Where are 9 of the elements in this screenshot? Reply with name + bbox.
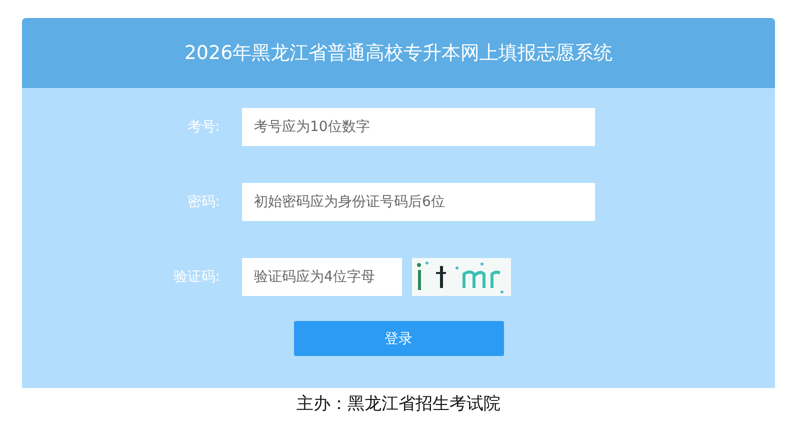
exam-number-field[interactable]: 考号应为10位数字	[242, 108, 595, 146]
captcha-field[interactable]: 验证码应为4位字母	[242, 258, 402, 296]
field-label: 验证码:	[172, 268, 221, 286]
password-field[interactable]: 初始密码应为身份证号码后6位	[242, 183, 595, 221]
page-title: 2026年黑龙江省普通高校专升本网上填报志愿系统	[184, 41, 613, 66]
field-label: 密码:	[186, 193, 221, 211]
field-label: 考号:	[186, 118, 221, 136]
footer-text: 主办：黑龙江省招生考试院	[296, 394, 500, 414]
login-button[interactable]: 登录	[294, 321, 504, 356]
